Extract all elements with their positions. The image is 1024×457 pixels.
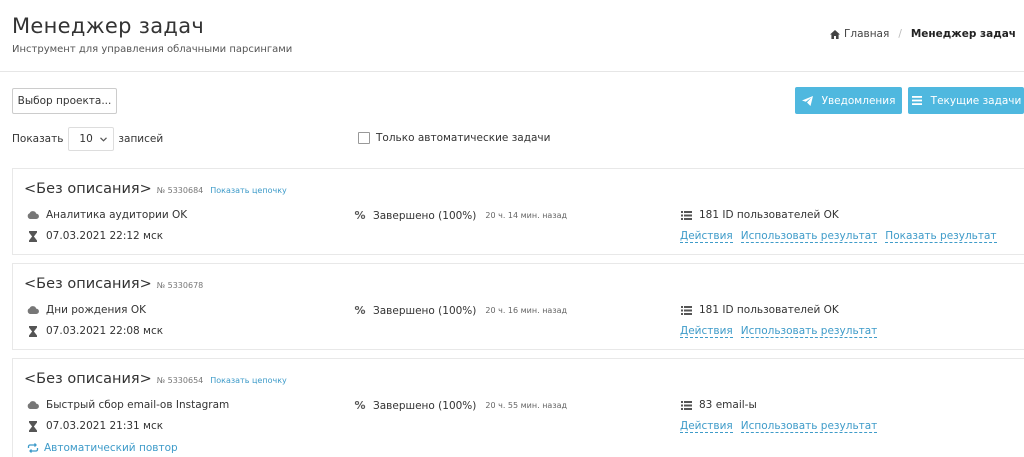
list-icon xyxy=(680,305,692,315)
auto-repeat-link[interactable]: Автоматический повтор xyxy=(27,442,178,454)
task-datetime: 07.03.2021 22:12 мск xyxy=(27,230,163,242)
current-tasks-button[interactable]: Текущие задачи xyxy=(908,87,1024,114)
task-number: № 5330684 xyxy=(156,186,204,195)
task-tool: Аналитика аудитории OK xyxy=(27,209,187,221)
task-tool-label: Быстрый сбор email-ов Instagram xyxy=(46,399,230,411)
task-title: <Без описания> xyxy=(24,276,152,292)
home-icon xyxy=(829,29,840,39)
repeat-icon xyxy=(27,443,39,453)
task-result-label: 83 email-ы xyxy=(699,399,757,411)
task-number: № 5330678 xyxy=(156,281,204,290)
page-title: Менеджер задач xyxy=(12,14,205,38)
show-chain-link[interactable]: Показать цепочку xyxy=(210,186,287,195)
show-chain-link[interactable]: Показать цепочку xyxy=(210,376,287,385)
task-datetime-label: 07.03.2021 21:31 мск xyxy=(46,420,164,432)
task-actions: Действия Использовать результат xyxy=(680,325,885,338)
task-result: 83 email-ы xyxy=(680,399,757,411)
task-result: 181 ID пользователей OK xyxy=(680,209,839,221)
cloud-icon xyxy=(27,211,39,219)
task-status: % Завершено (100%) 20 ч. 14 мин. назад xyxy=(354,209,567,222)
use-result-link[interactable]: Использовать результат xyxy=(740,230,878,243)
task-datetime-label: 07.03.2021 22:12 мск xyxy=(46,230,164,242)
task-status-label: Завершено (100%) xyxy=(373,304,477,317)
breadcrumb-home-label[interactable]: Главная xyxy=(844,28,889,40)
task-tool-label: Аналитика аудитории OK xyxy=(46,209,188,221)
task-result-label: 181 ID пользователей OK xyxy=(699,209,839,221)
task-status-label: Завершено (100%) xyxy=(373,209,477,222)
percent-icon: % xyxy=(354,209,366,222)
page-size-value: 10 xyxy=(79,133,93,145)
list-icon xyxy=(911,96,923,105)
page-subtitle: Инструмент для управления облачными парс… xyxy=(12,44,293,55)
task-elapsed: 20 ч. 14 мин. назад xyxy=(485,211,568,220)
task-title: <Без описания> xyxy=(24,181,152,197)
task-status: % Завершено (100%) 20 ч. 16 мин. назад xyxy=(354,304,567,317)
task-elapsed: 20 ч. 55 мин. назад xyxy=(485,401,568,410)
task-title-row: <Без описания> № 5330678 xyxy=(24,276,203,292)
hourglass-icon xyxy=(27,325,39,337)
page-size-control: Показать 10 записей xyxy=(12,127,163,151)
task-actions: Действия Использовать результат xyxy=(680,420,885,433)
page-size-select[interactable]: 10 xyxy=(68,127,115,151)
hourglass-icon xyxy=(27,230,39,242)
task-tool-label: Дни рождения OK xyxy=(46,304,146,316)
breadcrumb-current: Менеджер задач xyxy=(910,28,1016,40)
show-label: Показать xyxy=(12,133,64,145)
task-title-row: <Без описания> № 5330654 Показать цепочк… xyxy=(24,371,287,387)
cloud-icon xyxy=(27,401,39,409)
task-actions: Действия Использовать результат Показать… xyxy=(680,230,1005,243)
task-title-row: <Без описания> № 5330684 Показать цепочк… xyxy=(24,181,287,197)
task-result: 181 ID пользователей OK xyxy=(680,304,839,316)
percent-icon: % xyxy=(354,399,366,412)
toolbar: Выбор проекта... Уведомления Текущие зад… xyxy=(0,72,1024,168)
breadcrumb: Главная / Менеджер задач xyxy=(829,28,1016,40)
page-header: Менеджер задач Инструмент для управления… xyxy=(0,0,1024,72)
auto-only-filter[interactable]: Только автоматические задачи xyxy=(358,132,550,144)
breadcrumb-separator: / xyxy=(898,28,902,40)
task-elapsed: 20 ч. 16 мин. назад xyxy=(485,306,568,315)
task-status: % Завершено (100%) 20 ч. 55 мин. назад xyxy=(354,399,567,412)
project-select-button[interactable]: Выбор проекта... xyxy=(12,88,117,114)
task-card: <Без описания> № 5330654 Показать цепочк… xyxy=(12,358,1024,457)
actions-link[interactable]: Действия xyxy=(680,230,733,243)
task-title: <Без описания> xyxy=(24,371,152,387)
show-result-link[interactable]: Показать результат xyxy=(885,230,997,243)
task-datetime-label: 07.03.2021 22:08 мск xyxy=(46,325,164,337)
cloud-icon xyxy=(27,306,39,314)
paper-plane-icon xyxy=(802,95,814,106)
auto-only-checkbox[interactable] xyxy=(358,132,370,144)
actions-link[interactable]: Действия xyxy=(680,420,733,433)
records-label: записей xyxy=(118,133,164,145)
chevron-down-icon xyxy=(100,133,108,145)
notifications-label: Уведомления xyxy=(821,94,896,107)
list-icon xyxy=(680,210,692,220)
auto-repeat-label[interactable]: Автоматический повтор xyxy=(44,442,178,454)
hourglass-icon xyxy=(27,420,39,432)
use-result-link[interactable]: Использовать результат xyxy=(740,325,878,338)
task-datetime: 07.03.2021 21:31 мск xyxy=(27,420,163,432)
task-tool: Дни рождения OK xyxy=(27,304,146,316)
auto-only-label[interactable]: Только автоматические задачи xyxy=(376,132,550,144)
task-number: № 5330654 xyxy=(156,376,204,385)
breadcrumb-home[interactable]: Главная xyxy=(829,28,889,40)
task-card: <Без описания> № 5330684 Показать цепочк… xyxy=(12,168,1024,255)
percent-icon: % xyxy=(354,304,366,317)
current-tasks-label: Текущие задачи xyxy=(930,94,1022,107)
actions-link[interactable]: Действия xyxy=(680,325,733,338)
task-result-label: 181 ID пользователей OK xyxy=(699,304,839,316)
task-card: <Без описания> № 5330678 Дни рождения OK… xyxy=(12,263,1024,350)
notifications-button[interactable]: Уведомления xyxy=(795,87,902,114)
use-result-link[interactable]: Использовать результат xyxy=(740,420,878,433)
list-icon xyxy=(680,400,692,410)
task-datetime: 07.03.2021 22:08 мск xyxy=(27,325,163,337)
task-tool: Быстрый сбор email-ов Instagram xyxy=(27,399,229,411)
task-status-label: Завершено (100%) xyxy=(373,399,477,412)
